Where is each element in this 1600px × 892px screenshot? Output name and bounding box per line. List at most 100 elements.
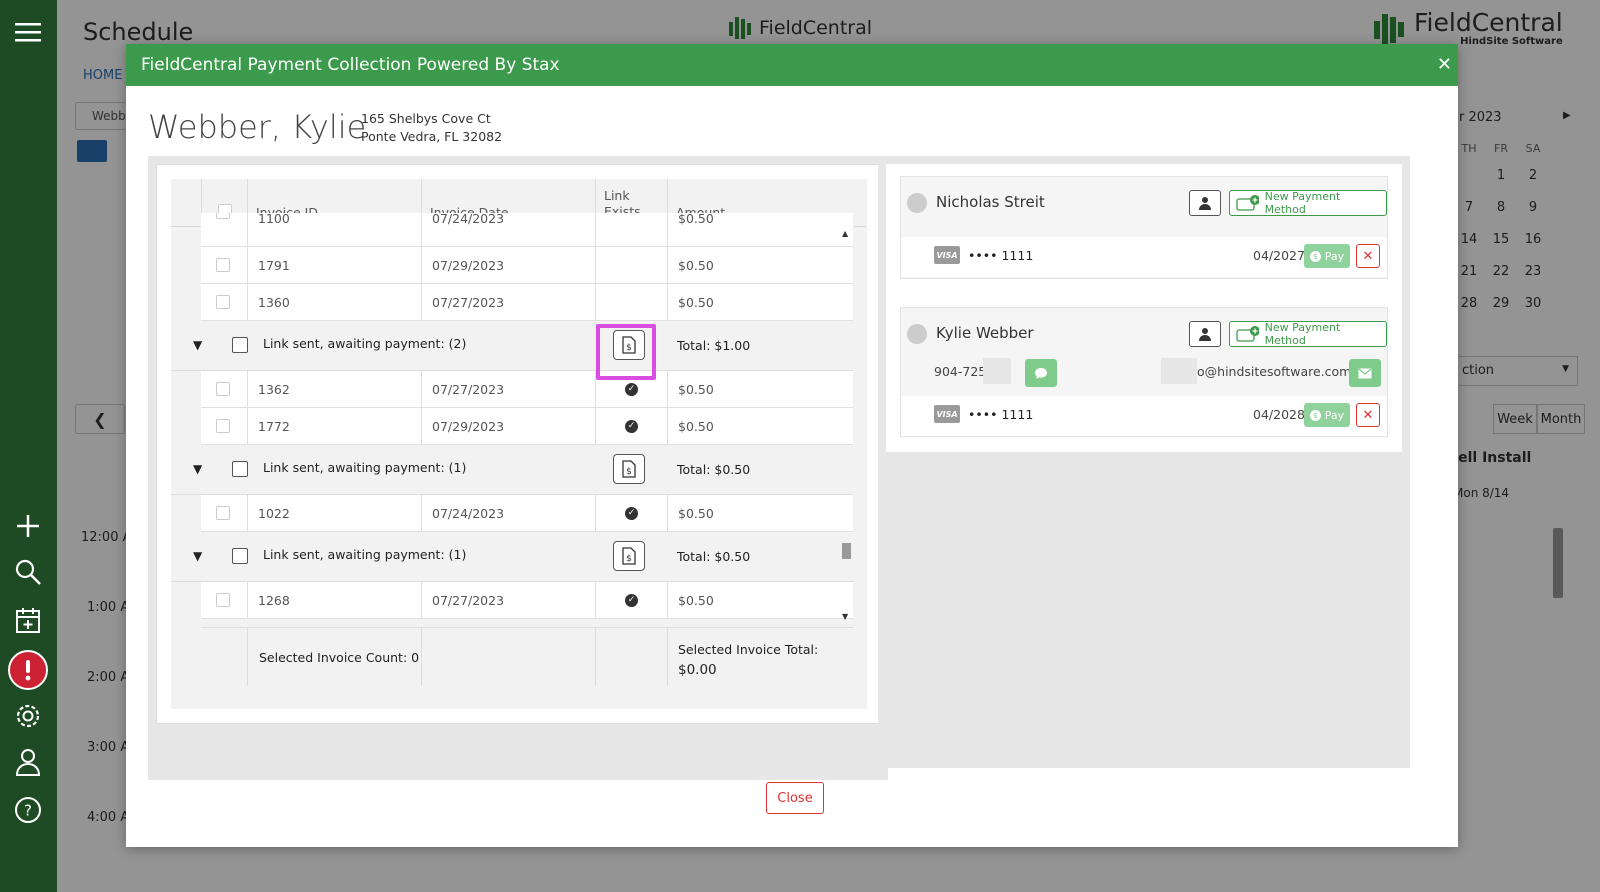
- group-row[interactable]: ▼ Link sent, awaiting payment: (2) $ Tot…: [171, 321, 853, 371]
- check-circle-icon: ✓: [625, 593, 638, 607]
- contact-card: Nicholas Streit New Payment Method VISA …: [900, 176, 1388, 279]
- collapse-triangle-icon[interactable]: ▼: [193, 338, 202, 352]
- link-cell: ✓: [595, 582, 667, 618]
- new-payment-method-button[interactable]: New Payment Method: [1229, 190, 1387, 216]
- delete-card-button[interactable]: ✕: [1356, 403, 1380, 427]
- sms-button[interactable]: [1025, 359, 1057, 387]
- dollar-icon: $: [1309, 409, 1321, 421]
- scroll-up-icon[interactable]: ▲: [842, 229, 848, 238]
- invoice-date: 07/27/2023: [421, 284, 595, 320]
- contact-person-button[interactable]: [1189, 321, 1221, 347]
- invoice-id: 1772: [247, 408, 421, 444]
- group-checkbox[interactable]: [232, 548, 248, 564]
- table-row[interactable]: 1100 07/24/2023 $0.50: [201, 213, 853, 247]
- svg-text:$: $: [626, 467, 632, 477]
- visa-card-icon: VISA: [934, 246, 960, 264]
- pay-button[interactable]: $ Pay: [1304, 403, 1350, 427]
- grid-scrollbar[interactable]: ▲ ▼: [839, 229, 853, 621]
- check-circle-icon: ✓: [625, 506, 638, 520]
- invoice-id: 1268: [247, 582, 421, 618]
- col-link-exists-line1: Link: [604, 188, 630, 203]
- link-cell: ✓: [595, 495, 667, 531]
- check-circle-icon: ✓: [625, 419, 638, 433]
- invoice-document-button[interactable]: $: [613, 541, 645, 571]
- table-row[interactable]: 1362 07/27/2023 ✓ $0.50: [201, 371, 853, 408]
- link-cell: ✓: [595, 408, 667, 444]
- row-checkbox[interactable]: [216, 593, 230, 607]
- row-checkbox[interactable]: [216, 258, 230, 272]
- table-row[interactable]: 1772 07/29/2023 ✓ $0.50: [201, 408, 853, 445]
- selected-invoice-total: Selected Invoice Total: $0.00: [667, 628, 841, 686]
- contact-card: Kylie Webber New Payment Method 904-725 …: [900, 307, 1388, 437]
- invoice-date: 07/24/2023: [421, 213, 595, 246]
- invoice-id: 1791: [247, 247, 421, 283]
- row-checkbox[interactable]: [216, 213, 230, 219]
- close-button[interactable]: Close: [766, 782, 824, 814]
- link-cell: [595, 213, 667, 246]
- svg-text:$: $: [626, 554, 632, 564]
- card-mask: •••• 1111: [968, 407, 1034, 422]
- search-icon[interactable]: [10, 554, 46, 590]
- customer-address: 165 Shelbys Cove Ct Ponte Vedra, FL 3208…: [361, 110, 502, 146]
- invoice-amount: $0.50: [667, 213, 841, 246]
- alert-icon[interactable]: [8, 650, 48, 690]
- group-checkbox[interactable]: [232, 337, 248, 353]
- group-row[interactable]: ▼ Link sent, awaiting payment: (1) $ Tot…: [171, 532, 853, 582]
- table-row[interactable]: 1268 07/27/2023 ✓ $0.50: [201, 582, 853, 619]
- invoice-id: 1100: [247, 213, 421, 246]
- pay-button[interactable]: $ Pay: [1304, 244, 1350, 268]
- invoice-id: 1022: [247, 495, 421, 531]
- group-row[interactable]: ▼ Link sent, awaiting payment: (1) $ Tot…: [171, 445, 853, 495]
- contact-phone: 904-725: [934, 364, 987, 379]
- row-checkbox[interactable]: [216, 382, 230, 396]
- group-checkbox[interactable]: [232, 461, 248, 477]
- group-total: Total: $0.50: [677, 549, 751, 564]
- link-cell: [595, 284, 667, 320]
- row-checkbox[interactable]: [216, 419, 230, 433]
- redaction-block: [983, 358, 1011, 384]
- row-checkbox[interactable]: [216, 506, 230, 520]
- email-button[interactable]: [1349, 359, 1381, 387]
- selected-total-label: Selected Invoice Total:: [678, 642, 819, 657]
- table-row[interactable]: 1022 07/24/2023 ✓ $0.50: [201, 495, 853, 532]
- invoice-amount: $0.50: [667, 408, 841, 444]
- invoice-date: 07/29/2023: [421, 408, 595, 444]
- calendar-add-icon[interactable]: [10, 602, 46, 638]
- invoice-document-button[interactable]: $: [613, 454, 645, 484]
- table-row[interactable]: 1360 07/27/2023 $0.50: [201, 284, 853, 321]
- new-payment-method-button[interactable]: New Payment Method: [1229, 321, 1387, 347]
- invoice-date: 07/29/2023: [421, 247, 595, 283]
- card-expiry: 04/2027: [1253, 248, 1305, 263]
- svg-text:?: ?: [24, 802, 32, 820]
- invoice-date: 07/27/2023: [421, 582, 595, 618]
- person-icon: [1199, 328, 1211, 341]
- delete-card-button[interactable]: ✕: [1356, 244, 1380, 268]
- invoice-grid: Invoice ID Invoice Date Link Exists Amou…: [171, 179, 867, 709]
- invoice-amount: $0.50: [667, 371, 841, 407]
- card-expiry: 04/2028: [1253, 407, 1305, 422]
- scroll-thumb[interactable]: [842, 543, 851, 559]
- modal-header: FieldCentral Payment Collection Powered …: [126, 44, 1458, 86]
- scroll-down-icon[interactable]: ▼: [842, 612, 848, 621]
- invoice-panel: Invoice ID Invoice Date Link Exists Amou…: [148, 156, 888, 780]
- collapse-triangle-icon[interactable]: ▼: [193, 462, 202, 476]
- add-icon[interactable]: [10, 508, 46, 544]
- avatar: [907, 193, 927, 213]
- user-icon[interactable]: [10, 744, 46, 780]
- invoice-amount: $0.50: [667, 284, 841, 320]
- close-icon[interactable]: ✕: [1437, 54, 1452, 75]
- hamburger-menu-icon[interactable]: [10, 14, 46, 50]
- collapse-triangle-icon[interactable]: ▼: [193, 549, 202, 563]
- table-row[interactable]: 1791 07/29/2023 $0.50: [201, 247, 853, 284]
- card-mask: •••• 1111: [968, 248, 1034, 263]
- gear-icon[interactable]: [10, 698, 46, 734]
- card-row: VISA •••• 1111 04/2027 $ Pay ✕: [901, 237, 1387, 277]
- row-checkbox[interactable]: [216, 295, 230, 309]
- card-add-icon: [1236, 326, 1259, 342]
- contact-person-button[interactable]: [1189, 190, 1221, 216]
- help-icon[interactable]: ?: [10, 792, 46, 828]
- payment-methods-card: Nicholas Streit New Payment Method VISA …: [886, 164, 1402, 452]
- check-circle-icon: ✓: [625, 382, 638, 396]
- invoice-date: 07/27/2023: [421, 371, 595, 407]
- redaction-block: [1161, 358, 1197, 384]
